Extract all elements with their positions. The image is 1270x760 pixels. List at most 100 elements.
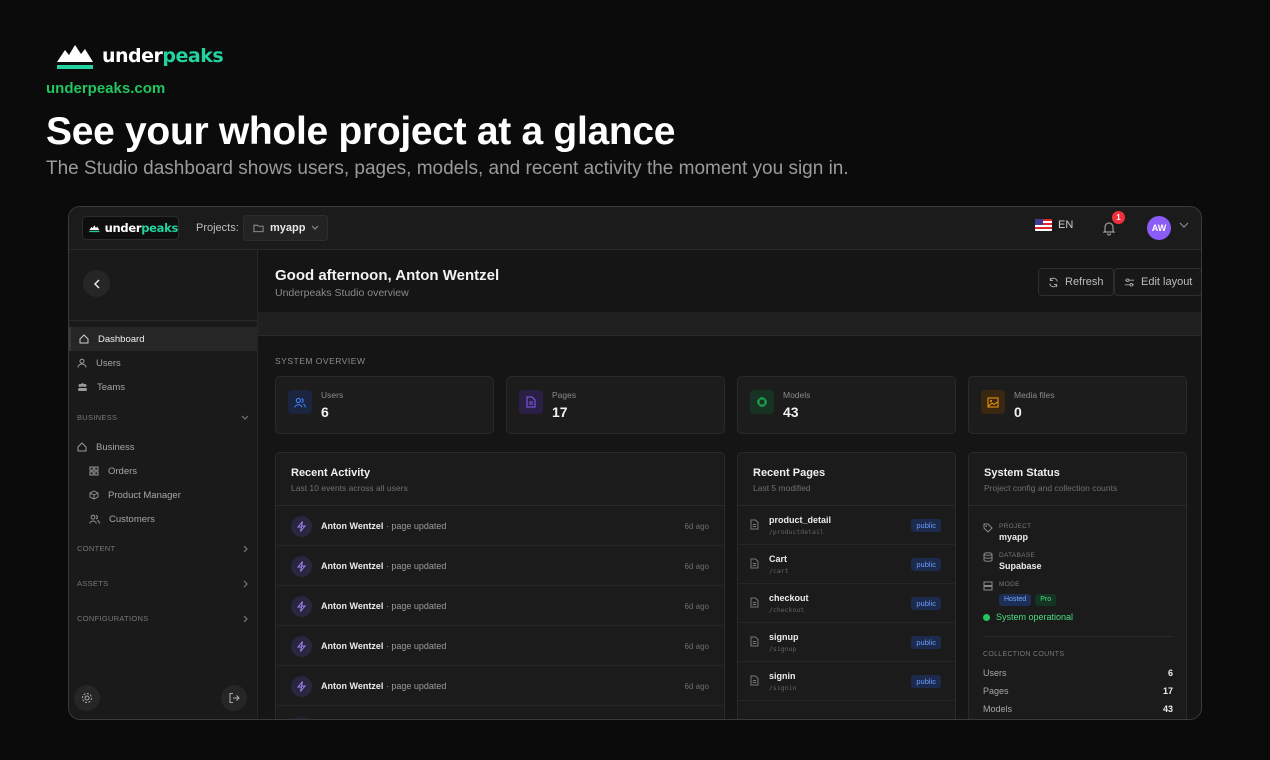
settings-button[interactable] [74, 685, 100, 711]
stat-card-pages[interactable]: Pages 17 [506, 376, 725, 434]
lightning-icon [291, 596, 312, 617]
info-key: PROJECT [999, 523, 1032, 530]
document-icon [750, 675, 759, 686]
document-icon [750, 636, 759, 647]
sliders-icon [1124, 277, 1135, 287]
section-label: BUSINESS [77, 413, 118, 422]
hero-url[interactable]: underpeaks.com [46, 80, 165, 97]
panel-subtitle: Project config and collection counts [984, 483, 1118, 493]
system-status-panel: System Status Project config and collect… [968, 452, 1187, 719]
hero-title: See your whole project at a glance [46, 110, 676, 153]
count-row-users: Users 6 [983, 668, 1173, 678]
stat-value: 6 [321, 404, 329, 420]
team-icon [78, 383, 87, 391]
activity-row [276, 706, 724, 719]
mountain-logo-icon [57, 45, 93, 69]
chevron-left-icon [93, 278, 100, 289]
logout-button[interactable] [221, 685, 247, 711]
mode-tag-hosted: Hosted [999, 594, 1032, 606]
stat-label: Models [783, 390, 811, 400]
system-overview-label: SYSTEM OVERVIEW [275, 356, 366, 366]
chevron-right-icon [243, 615, 248, 622]
sidebar-item-business[interactable]: Business [69, 435, 257, 459]
sidebar-section-configurations[interactable]: CONFIGURATIONS [77, 614, 249, 623]
page-name: signin [769, 671, 796, 681]
panel-divider [983, 636, 1173, 637]
document-icon [750, 519, 759, 530]
sidebar-item-orders[interactable]: Orders [69, 459, 257, 483]
system-status-indicator: System operational [983, 612, 1073, 622]
status-badge: public [911, 558, 941, 571]
page-row[interactable]: product_detail /productdetail public [738, 506, 955, 545]
refresh-button[interactable]: Refresh [1038, 268, 1114, 296]
sidebar-section-assets[interactable]: ASSETS [77, 579, 249, 588]
activity-time: 6d ago [684, 682, 709, 691]
sidebar-item-label: Orders [108, 465, 138, 477]
mode-info: MODE Hosted Pro [983, 581, 1060, 606]
page-row[interactable]: signup /signup public [738, 623, 955, 662]
activity-text: Anton Wentzel · page updated [321, 641, 447, 651]
sidebar-item-teams[interactable]: Teams [69, 375, 257, 399]
activity-time: 6d ago [684, 562, 709, 571]
recent-pages-panel: Recent Pages Last 5 modified product_det… [737, 452, 956, 719]
avatar[interactable]: AW [1147, 216, 1171, 240]
recent-activity-panel: Recent Activity Last 10 events across al… [275, 452, 725, 719]
page-path: /signup [769, 645, 797, 653]
page-name: checkout [769, 593, 809, 603]
language-selector[interactable]: EN [1035, 219, 1073, 231]
sidebar-section-business[interactable]: BUSINESS [77, 413, 249, 422]
user-icon [77, 358, 87, 368]
database-info: DATABASE Supabase [983, 552, 1042, 571]
chevron-down-icon [241, 415, 249, 420]
status-badge: public [911, 636, 941, 649]
activity-row[interactable]: Anton Wentzel · page updated 6d ago [276, 586, 724, 626]
sidebar-item-dashboard[interactable]: Dashboard [69, 327, 257, 351]
topbar: underpeaks Projects: myapp EN 1 AW [69, 207, 1201, 250]
activity-row[interactable]: Anton Wentzel · page updated 6d ago [276, 506, 724, 546]
activity-row[interactable]: Anton Wentzel · page updated 6d ago [276, 666, 724, 706]
grid-icon [89, 466, 99, 476]
activity-row[interactable]: Anton Wentzel · page updated 6d ago [276, 546, 724, 586]
tag-icon [983, 523, 993, 533]
page-subtitle: Underpeaks Studio overview [275, 287, 409, 299]
activity-text: Anton Wentzel · page updated [321, 601, 447, 611]
stat-label: Pages [552, 390, 577, 400]
page-row[interactable]: checkout /checkout public [738, 584, 955, 623]
sidebar-item-users[interactable]: Users [69, 351, 257, 375]
stat-card-models[interactable]: Models 43 [737, 376, 956, 434]
page-title: Good afternoon, Anton Wentzel [275, 267, 500, 284]
collapse-sidebar-button[interactable] [83, 270, 110, 297]
sidebar-item-product-manager[interactable]: Product Manager [69, 483, 257, 507]
image-icon [981, 390, 1005, 414]
stat-value: 43 [783, 404, 799, 420]
panel-title: System Status [984, 467, 1060, 479]
stat-label: Media files [1014, 390, 1055, 400]
chip-icon [750, 390, 774, 414]
page-name: signup [769, 632, 799, 642]
panel-title: Recent Pages [753, 467, 826, 479]
status-dot-icon [983, 613, 990, 621]
project-selector[interactable]: myapp [243, 215, 328, 241]
app-logo[interactable]: underpeaks [82, 216, 179, 240]
activity-row[interactable]: Anton Wentzel · page updated 6d ago [276, 626, 724, 666]
sidebar-item-label: Teams [97, 381, 125, 393]
edit-layout-button[interactable]: Edit layout [1114, 268, 1201, 296]
database-icon [983, 552, 993, 562]
info-key: MODE [999, 581, 1020, 588]
stat-card-users[interactable]: Users 6 [275, 376, 494, 434]
header-band [258, 312, 1201, 336]
sidebar-section-content[interactable]: CONTENT [77, 544, 249, 553]
document-icon [750, 597, 759, 608]
info-value: myapp [999, 532, 1029, 542]
home-icon [79, 334, 89, 344]
mountain-logo-icon [89, 224, 100, 232]
page-row[interactable]: signin /signin public [738, 662, 955, 701]
edit-layout-label: Edit layout [1141, 276, 1193, 288]
sidebar-item-customers[interactable]: Customers [69, 507, 257, 531]
stat-card-media-files[interactable]: Media files 0 [968, 376, 1187, 434]
page-row[interactable]: Cart /cart public [738, 545, 955, 584]
chevron-down-icon[interactable] [1179, 221, 1189, 229]
sidebar-item-label: Business [96, 441, 135, 453]
folder-icon [253, 224, 264, 233]
status-badge: public [911, 675, 941, 688]
